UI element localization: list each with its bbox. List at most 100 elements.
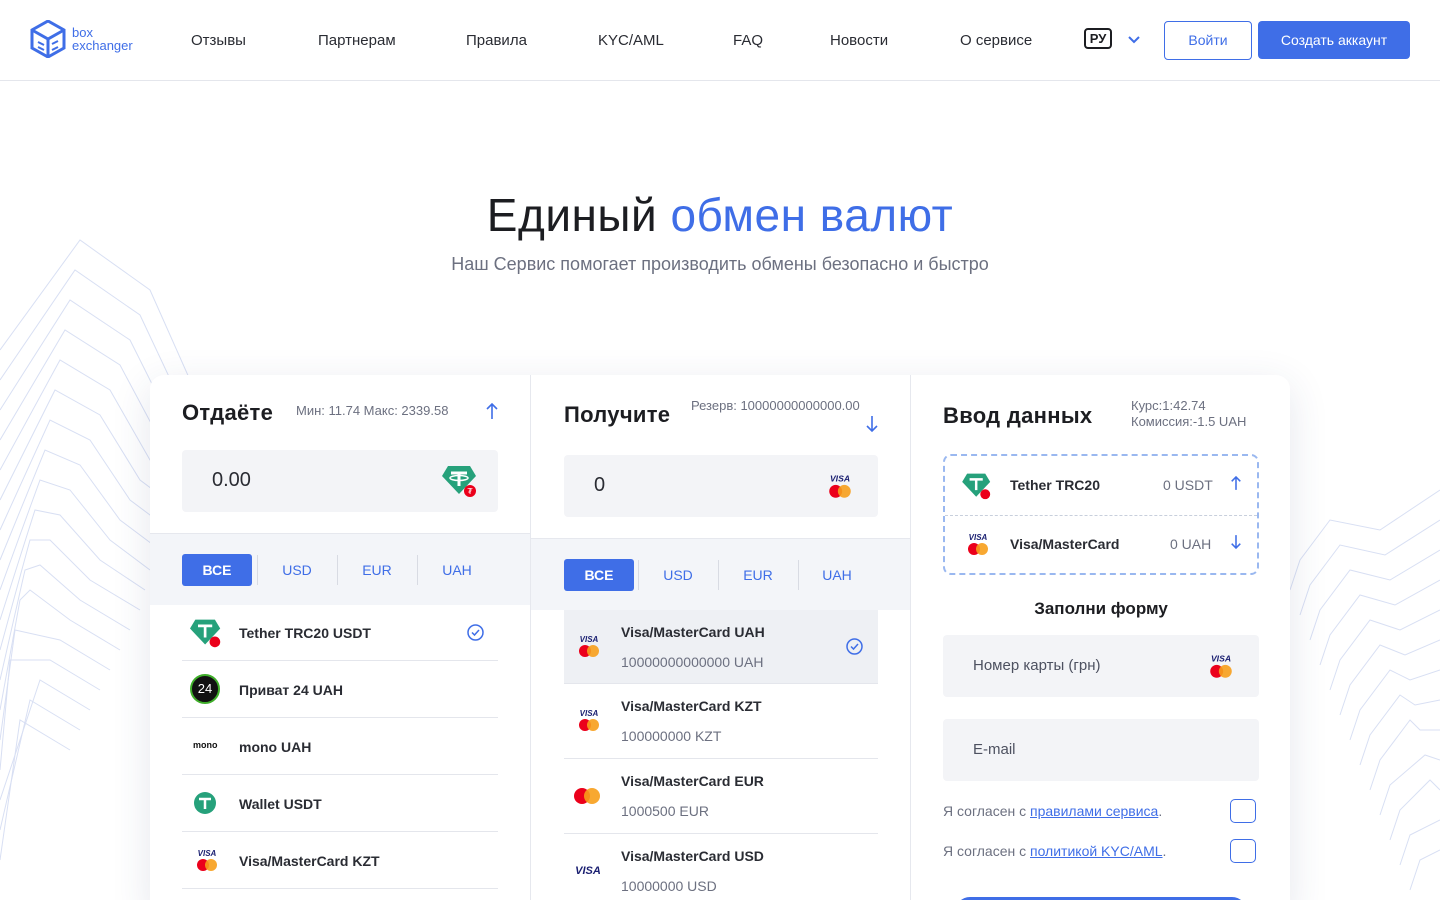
exchange-commission: Комиссия:-1.5 UAH bbox=[1131, 414, 1247, 429]
visa-mastercard-icon: VISA bbox=[579, 635, 599, 657]
box-logo-icon bbox=[30, 20, 66, 58]
give-item-name: Wallet USDT bbox=[239, 796, 322, 812]
exchange-rate: Курс:1:42.74 bbox=[1131, 398, 1206, 413]
receive-item-name: Visa/MasterCard UAH bbox=[621, 624, 765, 640]
email-field[interactable]: E-mail bbox=[943, 719, 1259, 781]
receive-list-item[interactable]: VISA Visa/MasterCard UAH 10000000000000 … bbox=[564, 610, 878, 684]
hero-title-accent: обмен валют bbox=[670, 189, 954, 241]
receive-item-reserve: 10000000 USD bbox=[621, 878, 717, 894]
receive-list-item[interactable]: Visa/MasterCard EUR 1000500 EUR bbox=[564, 759, 878, 834]
receive-list-item[interactable]: VISA Visa/MasterCard KZT 100000000 KZT bbox=[564, 684, 878, 759]
receive-reserve: Резерв: 10000000000000.00 bbox=[691, 398, 860, 413]
check-circle-icon bbox=[846, 638, 863, 655]
svg-text:VISA: VISA bbox=[580, 709, 599, 718]
svg-text:VISA: VISA bbox=[198, 849, 217, 858]
visa-mastercard-icon: VISA bbox=[579, 709, 599, 731]
exchange-summary: Tether TRC20 0 USDT VISA Visa/MasterCard… bbox=[943, 454, 1259, 575]
give-amount-value: 0.00 bbox=[212, 469, 251, 491]
summary-to-name: Visa/MasterCard bbox=[1010, 536, 1120, 552]
svg-text:VISA: VISA bbox=[1211, 654, 1231, 664]
nav-reviews[interactable]: Отзывы bbox=[191, 31, 246, 51]
svg-text:VISA: VISA bbox=[575, 865, 601, 876]
arrow-up-icon bbox=[486, 402, 498, 419]
receive-item-name: Visa/MasterCard EUR bbox=[621, 773, 764, 789]
hero-title: Единый обмен валют bbox=[0, 188, 1440, 242]
tether-trc20-icon bbox=[962, 473, 991, 500]
agree-rules-checkbox[interactable] bbox=[1230, 799, 1256, 823]
receive-list-item[interactable]: VISA Visa/MasterCard USD 10000000 USD bbox=[564, 834, 878, 900]
give-filter-bar: ВСЕ USD EUR UAH bbox=[150, 533, 530, 605]
give-title: Отдаёте bbox=[182, 400, 274, 425]
form-title: Заполни форму bbox=[1034, 599, 1168, 618]
agree-kyc-checkbox[interactable] bbox=[1230, 839, 1256, 863]
tab-divider bbox=[718, 560, 719, 590]
tab-divider bbox=[798, 560, 799, 590]
give-tab-all[interactable]: ВСЕ bbox=[182, 554, 252, 586]
visa-icon: VISA bbox=[575, 865, 601, 876]
tether-icon bbox=[194, 792, 216, 814]
brand-logo[interactable]: box exchanger bbox=[30, 20, 133, 58]
give-list-item[interactable]: 24 Приват 24 UAH bbox=[182, 661, 498, 718]
summary-from-amount: 0 USDT bbox=[1163, 477, 1213, 493]
language-selector[interactable]: РУ bbox=[1084, 28, 1112, 49]
card-number-field[interactable]: Номер карты (грн) VISA bbox=[943, 635, 1259, 697]
visa-mastercard-icon: VISA bbox=[197, 849, 217, 871]
nav-faq[interactable]: FAQ bbox=[733, 31, 763, 51]
rules-link[interactable]: правилами сервиса bbox=[1030, 803, 1158, 819]
nav-kyc-aml[interactable]: KYC/AML bbox=[598, 31, 664, 51]
visa-mastercard-icon: VISA bbox=[968, 533, 988, 555]
svg-text:VISA: VISA bbox=[580, 635, 599, 644]
tab-divider bbox=[337, 555, 338, 585]
receive-item-reserve: 100000000 KZT bbox=[621, 728, 722, 744]
give-list-item[interactable]: mono mono UAH bbox=[182, 718, 498, 775]
receive-tab-eur[interactable]: EUR bbox=[723, 559, 793, 591]
nav-about[interactable]: О сервисе bbox=[960, 31, 1032, 51]
agree-kyc-text: Я согласен с политикой KYC/AML. bbox=[943, 843, 1166, 859]
kyc-aml-link[interactable]: политикой KYC/AML bbox=[1030, 843, 1163, 859]
give-column: Отдаёте Мин: 11.74 Макс: 2339.58 0.00 ₮ … bbox=[150, 375, 530, 900]
agree-rules-text: Я согласен с правилами сервиса. bbox=[943, 803, 1162, 819]
give-tab-usd[interactable]: USD bbox=[262, 554, 332, 586]
visa-mastercard-icon: VISA bbox=[829, 474, 851, 498]
receive-title: Получите bbox=[564, 402, 671, 427]
agree-suffix: . bbox=[1162, 843, 1167, 859]
tab-divider bbox=[638, 560, 639, 590]
receive-tab-usd[interactable]: USD bbox=[643, 559, 713, 591]
brand-line-2: exchanger bbox=[72, 38, 133, 53]
tab-divider bbox=[257, 555, 258, 585]
agree-suffix: . bbox=[1158, 803, 1163, 819]
svg-text:VISA: VISA bbox=[969, 533, 988, 542]
agree-prefix: Я согласен с bbox=[943, 803, 1027, 819]
agree-prefix: Я согласен с bbox=[943, 843, 1027, 859]
nav-rules[interactable]: Правила bbox=[466, 31, 527, 51]
summary-divider bbox=[945, 515, 1257, 516]
receive-amount-value: 0 bbox=[594, 474, 606, 496]
give-list-item[interactable]: Tether TRC20 USDT bbox=[182, 605, 498, 661]
receive-tab-all[interactable]: ВСЕ bbox=[564, 559, 634, 591]
svg-text:VISA: VISA bbox=[830, 474, 850, 484]
nav-news[interactable]: Новости bbox=[830, 31, 888, 51]
email-placeholder: E-mail bbox=[973, 741, 1016, 758]
arrow-down-icon bbox=[1231, 535, 1241, 550]
give-amount-field[interactable]: 0.00 ₮ bbox=[182, 450, 498, 512]
summary-to-amount: 0 UAH bbox=[1170, 536, 1212, 552]
mastercard-icon bbox=[574, 788, 600, 804]
give-list-item[interactable]: VISA Visa/MasterCard KZT bbox=[182, 832, 498, 889]
give-tab-eur[interactable]: EUR bbox=[342, 554, 412, 586]
arrow-up-icon bbox=[1231, 475, 1241, 490]
hero-title-part-1: Единый bbox=[486, 189, 658, 241]
login-button[interactable]: Войти bbox=[1164, 21, 1252, 60]
receive-tab-uah[interactable]: UAH bbox=[802, 559, 872, 591]
chevron-down-icon[interactable] bbox=[1126, 31, 1142, 47]
tether-trc20-icon bbox=[190, 619, 221, 648]
data-entry-column: Ввод данных Курс:1:42.74 Комиссия:-1.5 U… bbox=[910, 375, 1290, 900]
receive-amount-field[interactable]: 0 VISA bbox=[564, 455, 878, 517]
give-list-item[interactable]: Wallet USDT bbox=[182, 775, 498, 832]
exchange-card: Отдаёте Мин: 11.74 Макс: 2339.58 0.00 ₮ … bbox=[150, 375, 1290, 900]
receive-item-reserve: 10000000000000 UAH bbox=[621, 654, 764, 670]
give-tab-uah[interactable]: UAH bbox=[422, 554, 492, 586]
arrow-down-icon bbox=[866, 416, 878, 433]
create-account-button[interactable]: Создать аккаунт bbox=[1258, 21, 1410, 59]
nav-partners[interactable]: Партнерам bbox=[318, 31, 396, 51]
site-header: box exchanger Отзывы Партнерам Правила K… bbox=[0, 0, 1440, 81]
